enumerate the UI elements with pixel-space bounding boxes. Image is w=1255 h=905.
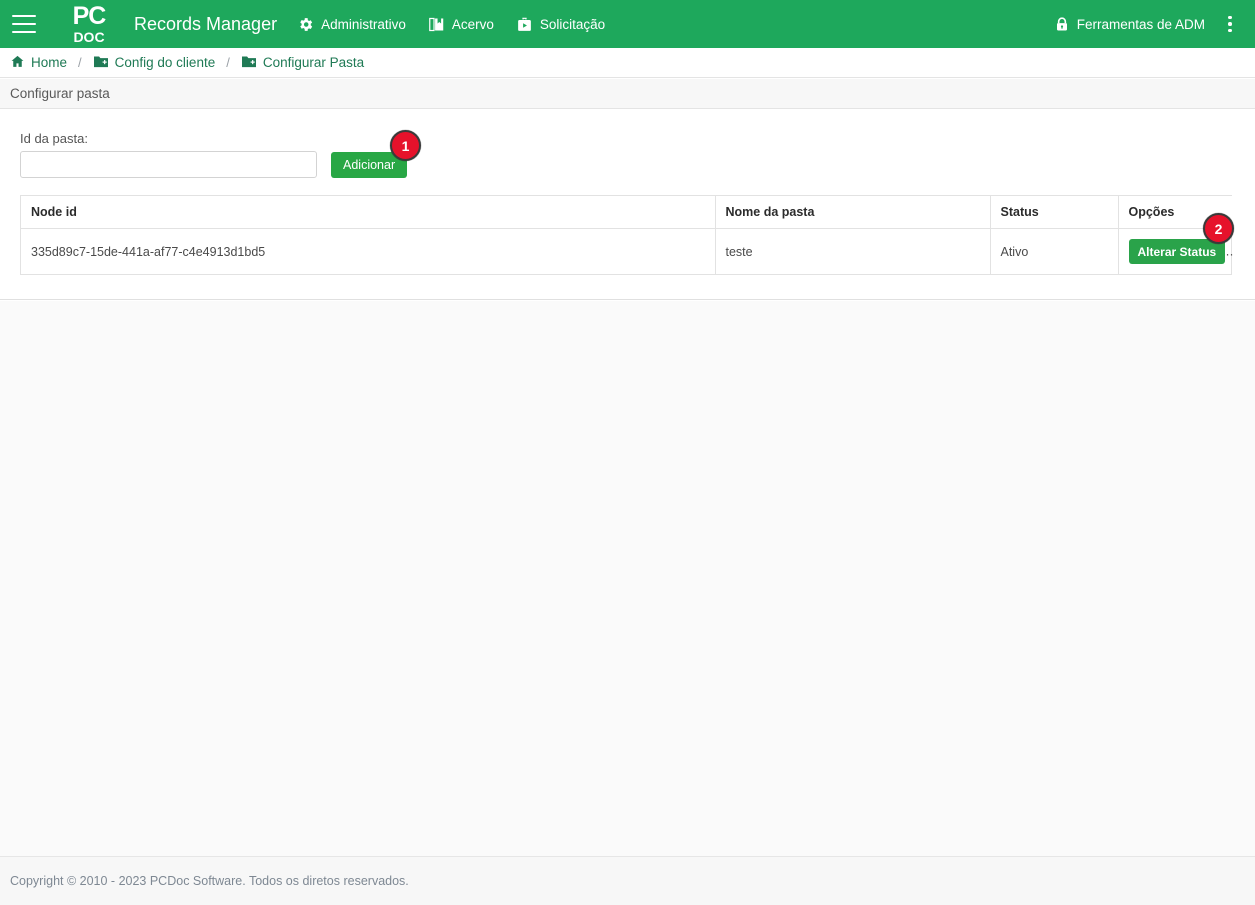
folder-plus-icon — [93, 54, 109, 72]
hamburger-menu-icon[interactable] — [12, 15, 36, 33]
folder-id-label: Id da pasta: — [20, 131, 88, 146]
annotation-badge-1: 1 — [390, 130, 421, 161]
kebab-dot — [1228, 15, 1232, 20]
nav-item-solicitacao[interactable]: Solicitação — [516, 16, 605, 33]
logo-text-top: PC — [72, 2, 107, 30]
content-card: Id da pasta: Adicionar Node id Nome da p… — [0, 110, 1255, 300]
pcdoc-logo[interactable]: PC DOC — [58, 2, 120, 45]
breadcrumb-label: Config do cliente — [114, 55, 216, 70]
nav-label: Acervo — [451, 16, 494, 32]
hamburger-line — [12, 23, 36, 25]
alterar-status-button[interactable]: Alterar Status — [1128, 239, 1226, 264]
cell-status: Ativo — [990, 228, 1119, 274]
table-header-row: Node id Nome da pasta Status Opções — [21, 196, 1233, 229]
hamburger-line — [12, 15, 36, 17]
footer: Copyright © 2010 - 2023 PCDoc Software. … — [0, 856, 1255, 905]
kebab-menu-icon[interactable] — [1219, 13, 1241, 35]
home-icon — [10, 54, 25, 72]
nav-label: Ferramentas de ADM — [1076, 16, 1205, 32]
top-bar-right-group: Ferramentas de ADM — [1054, 13, 1255, 35]
folder-plus-icon — [241, 54, 257, 72]
book-icon — [428, 16, 445, 33]
app-page: PC DOC Records Manager Administrativo Ac… — [0, 0, 1255, 905]
nav-item-administrativo[interactable]: Administrativo — [297, 16, 406, 33]
kebab-dot — [1228, 22, 1232, 26]
table-header: Node id Nome da pasta Status Opções — [21, 196, 1233, 229]
breadcrumb-item-home[interactable]: Home — [10, 54, 67, 72]
breadcrumb: Home / Config do cliente / Configurar Pa… — [0, 48, 1255, 78]
table-body: 335d89c7-15de-441a-af77-c4e4913d1bd5 tes… — [21, 228, 1233, 274]
column-header-nome-da-pasta: Nome da pasta — [715, 196, 991, 229]
top-navigation-bar: PC DOC Records Manager Administrativo Ac… — [0, 0, 1255, 48]
logo-text-bottom: DOC — [73, 29, 105, 45]
folder-id-input[interactable] — [20, 151, 317, 178]
nav-item-acervo[interactable]: Acervo — [428, 16, 494, 33]
page-title-bar: Configurar pasta — [0, 79, 1255, 109]
breadcrumb-label: Configurar Pasta — [262, 55, 365, 70]
lock-icon — [1054, 16, 1070, 33]
breadcrumb-separator: / — [226, 55, 230, 70]
breadcrumb-item-configurar-pasta[interactable]: Configurar Pasta — [241, 54, 364, 72]
copyright-text: Copyright © 2010 - 2023 PCDoc Software. … — [10, 874, 409, 888]
hamburger-line — [12, 31, 36, 33]
table-row: 335d89c7-15de-441a-af77-c4e4913d1bd5 tes… — [21, 228, 1233, 274]
column-header-status: Status — [990, 196, 1119, 229]
breadcrumb-separator: / — [78, 55, 82, 70]
briefcase-play-icon — [516, 16, 533, 33]
nav-label: Administrativo — [321, 16, 406, 32]
page-title: Configurar pasta — [10, 86, 110, 101]
folders-table: Node id Nome da pasta Status Opções 335d… — [21, 196, 1233, 274]
page-background — [0, 301, 1255, 856]
nav-label: Solicitação — [539, 16, 606, 32]
breadcrumb-label: Home — [31, 55, 68, 70]
gear-icon — [297, 16, 314, 33]
nav-item-ferramentas-adm[interactable]: Ferramentas de ADM — [1054, 16, 1205, 33]
app-title: Records Manager — [134, 13, 278, 34]
cell-folder-name: teste — [715, 228, 991, 274]
folders-table-wrapper: Node id Nome da pasta Status Opções 335d… — [20, 195, 1233, 275]
breadcrumb-item-config-do-cliente[interactable]: Config do cliente — [93, 54, 216, 72]
annotation-badge-2: 2 — [1203, 213, 1234, 244]
kebab-dot — [1228, 28, 1232, 33]
cell-node-id: 335d89c7-15de-441a-af77-c4e4913d1bd5 — [21, 228, 716, 274]
column-header-node-id: Node id — [21, 196, 716, 229]
